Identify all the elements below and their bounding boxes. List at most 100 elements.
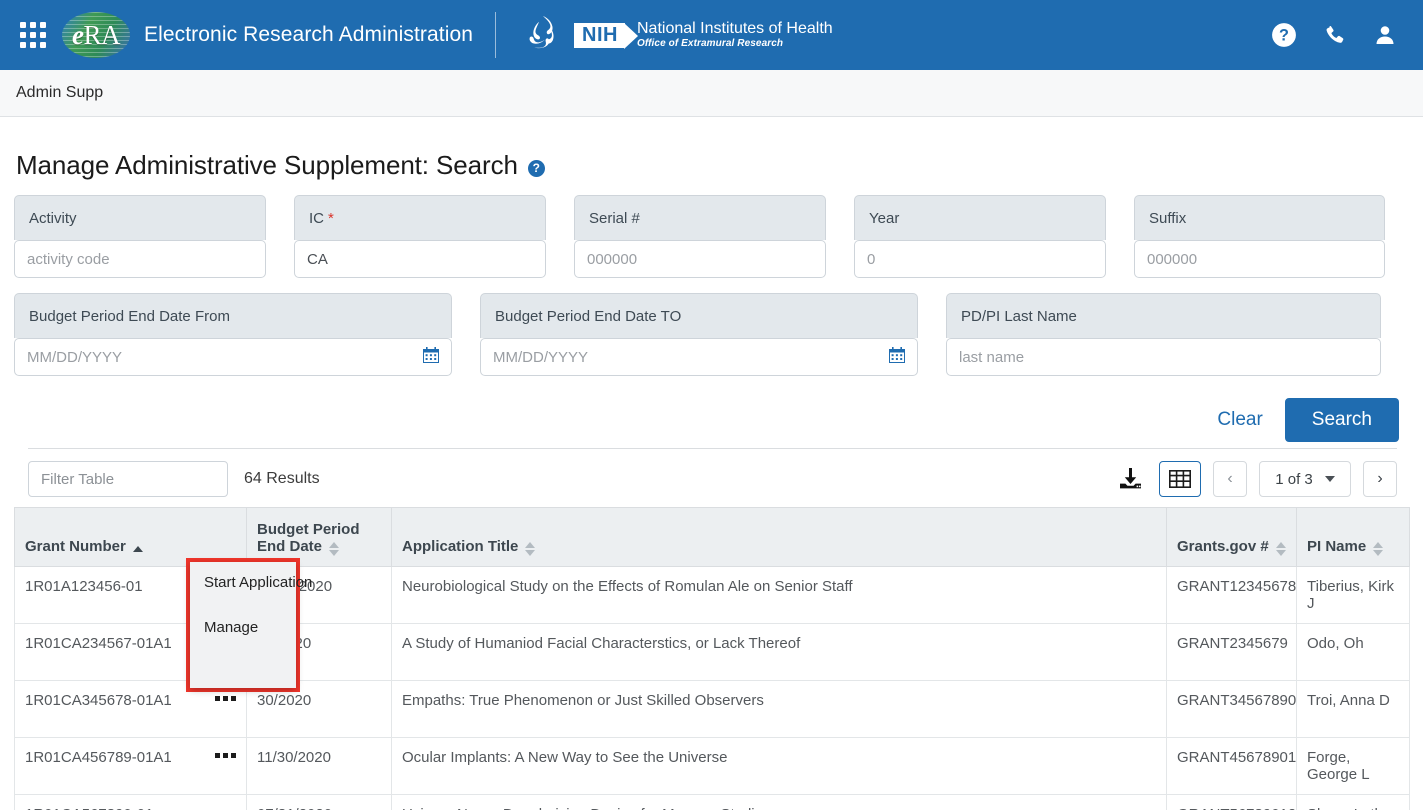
cell-grants-gov: GRANT34567890 (1166, 680, 1297, 738)
field-budget-period-end-date-to-label: Budget Period End Date TO (480, 293, 918, 338)
pdpi-placeholder: last name (959, 348, 1025, 366)
form-actions: Clear Search (14, 394, 1399, 446)
sort-indicator-icon (1275, 542, 1286, 557)
cell-grant-number: 1R01CA567890-01 (14, 794, 247, 810)
column-header-application-title[interactable]: Application Title (391, 507, 1167, 567)
row-actions-ellipsis-icon[interactable] (215, 692, 236, 701)
cell-budget-period-end-date: 07/31/2020 (246, 794, 392, 810)
phone-icon[interactable] (1323, 23, 1347, 47)
download-icon[interactable] (1113, 461, 1147, 497)
row-actions-ellipsis-icon[interactable] (215, 749, 236, 758)
field-ic-label-text: IC (309, 209, 324, 227)
hhs-seal-icon (529, 16, 554, 49)
year-placeholder: 0 (867, 250, 876, 268)
budget-period-end-date-to-input[interactable]: MM/DD/YYYY (480, 338, 918, 376)
cell-budget-period-end-date: 11/30/2020 (246, 737, 392, 795)
page-title-row: Manage Administrative Supplement: Search… (16, 150, 1409, 181)
field-suffix-label-text: Suffix (1149, 209, 1187, 227)
grant-number-value: 1R01CA234567-01A1 (25, 635, 172, 652)
cell-pi-name: Forge, George L (1296, 737, 1410, 795)
cell-grants-gov: GRANT2345679 (1166, 623, 1297, 681)
budget-period-end-date-from-input[interactable]: MM/DD/YYYY (14, 338, 452, 376)
pagination-next-button[interactable]: › (1363, 461, 1397, 497)
apps-grid-icon[interactable] (20, 22, 46, 48)
cell-grant-number: 1R01CA456789-01A1 (14, 737, 247, 795)
cell-pi-name: Sloan, Luther (1296, 794, 1410, 810)
nih-logo: NIH National Institutes of Health Office… (574, 20, 833, 49)
era-logo[interactable]: e RA (62, 12, 130, 58)
suffix-placeholder: 000000 (1147, 250, 1198, 268)
year-input[interactable]: 0 (854, 240, 1106, 278)
field-suffix-label: Suffix (1134, 195, 1385, 240)
cell-pi-name: Odo, Oh (1296, 623, 1410, 681)
ic-input-value: CA (307, 250, 328, 268)
column-header-pi-name[interactable]: PI Name (1296, 507, 1410, 567)
field-serial-number: Serial # 000000 (574, 195, 826, 278)
help-circle-icon[interactable]: ? (1271, 22, 1297, 48)
field-activity: Activity activity code (14, 195, 266, 278)
column-header-grants-gov-label: Grants.gov # (1177, 538, 1269, 555)
app-title: Electronic Research Administration (144, 23, 474, 46)
grant-number-value: 1R01A123456-01 (25, 578, 143, 595)
cell-application-title: A Study of Humaniod Facial Characterstic… (391, 623, 1167, 681)
serial-number-input[interactable]: 000000 (574, 240, 826, 278)
cell-grants-gov: GRANT12345678 (1166, 566, 1297, 624)
table-toolbar-right: ‹ 1 of 3 › (1113, 461, 1397, 497)
field-year-label: Year (854, 195, 1106, 240)
activity-input[interactable]: activity code (14, 240, 266, 278)
field-pd-pi-last-name: PD/PI Last Name last name (946, 293, 1381, 376)
header-divider (495, 12, 497, 58)
field-pdpi-label-text: PD/PI Last Name (961, 307, 1077, 325)
table-toolbar: Filter Table 64 Results ‹ 1 of 3 › (14, 449, 1409, 507)
sort-indicator-icon (1373, 542, 1384, 557)
table-columns-icon[interactable] (1159, 461, 1201, 497)
column-header-grants-gov[interactable]: Grants.gov # (1166, 507, 1297, 567)
sort-indicator-icon (329, 542, 340, 557)
cell-pi-name: Tiberius, Kirk J (1296, 566, 1410, 624)
cell-grants-gov: GRANT56789012 (1166, 794, 1297, 810)
pagination-page-select[interactable]: 1 of 3 (1259, 461, 1351, 497)
subheader-bar: Admin Supp (0, 70, 1423, 117)
header-actions: ? (1271, 22, 1405, 48)
top-header-bar: e RA Electronic Research Administration N… (0, 0, 1423, 70)
calendar-icon[interactable] (423, 347, 439, 367)
suffix-input[interactable]: 000000 (1134, 240, 1385, 278)
cell-application-title: Ocular Implants: A New Way to See the Un… (391, 737, 1167, 795)
grant-number-value: 1R01CA456789-01A1 (25, 749, 172, 766)
page-title: Manage Administrative Supplement: Search (16, 150, 518, 180)
cell-pi-name: Troi, Anna D (1296, 680, 1410, 738)
menu-item-manage[interactable]: Manage (204, 617, 296, 640)
nih-line-1: National Institutes of Health (637, 20, 833, 38)
grant-number-value: 1R01CA567890-01 (25, 806, 153, 810)
search-form-row-1: Activity activity code IC * CA Serial # … (14, 195, 1409, 278)
row-actions-menu-highlight: Start Application Manage (186, 558, 312, 692)
field-serial-number-label-text: Serial # (589, 209, 640, 227)
breadcrumb[interactable]: Admin Supp (16, 84, 103, 102)
field-year-label-text: Year (869, 209, 900, 227)
field-budget-period-end-date-from: Budget Period End Date From MM/DD/YYYY (14, 293, 452, 376)
filter-table-input[interactable]: Filter Table (28, 461, 228, 497)
bpfrom-placeholder: MM/DD/YYYY (27, 348, 123, 366)
grant-number-value: 1R01CA345678-01A1 (25, 692, 172, 709)
field-bpto-label-text: Budget Period End Date TO (495, 307, 682, 325)
pagination-prev-button[interactable]: ‹ (1213, 461, 1247, 497)
row-actions-menu: Start Application Manage (190, 562, 312, 688)
field-serial-number-label: Serial # (574, 195, 826, 240)
search-button[interactable]: Search (1284, 398, 1399, 442)
ic-input[interactable]: CA (294, 240, 546, 278)
row-actions-ellipsis-icon[interactable] (215, 806, 236, 810)
pd-pi-last-name-input[interactable]: last name (946, 338, 1381, 376)
field-activity-label-text: Activity (29, 209, 77, 227)
user-account-icon[interactable] (1373, 23, 1397, 47)
page-help-icon[interactable]: ? (527, 159, 545, 177)
page-content: Manage Administrative Supplement: Search… (0, 150, 1423, 810)
cell-grants-gov: GRANT45678901 (1166, 737, 1297, 795)
menu-item-start-application[interactable]: Start Application (204, 572, 312, 595)
calendar-icon[interactable] (889, 347, 905, 367)
column-header-budget-period-end-date-label: Budget Period End Date (257, 521, 360, 555)
table-row: 1R01CA567890-01 07/31/2020 Using a Neuro… (14, 794, 1410, 810)
clear-button[interactable]: Clear (1217, 409, 1262, 431)
field-activity-label: Activity (14, 195, 266, 240)
column-header-pi-name-label: PI Name (1307, 538, 1367, 555)
cell-application-title: Empaths: True Phenomenon or Just Skilled… (391, 680, 1167, 738)
